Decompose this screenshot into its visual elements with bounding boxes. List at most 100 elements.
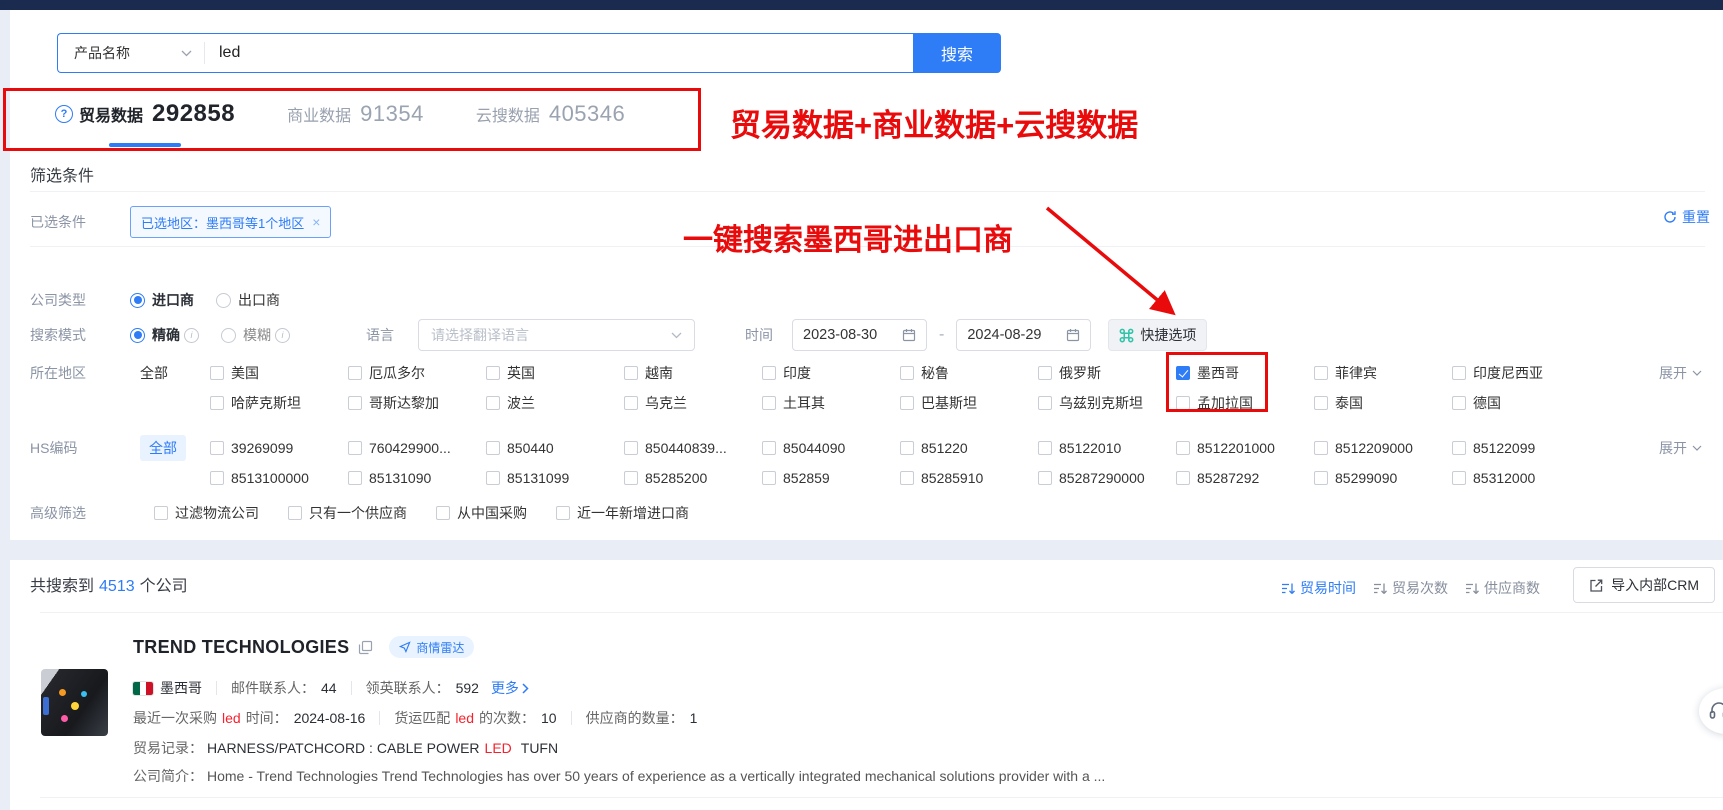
hscode-checkbox[interactable]: 850440839... [624, 440, 762, 456]
hscode-checkbox[interactable]: 85285910 [900, 470, 1038, 486]
region-checkbox[interactable]: 乌克兰 [624, 393, 762, 413]
radio-unselected-icon [216, 293, 231, 308]
checkbox-icon [288, 506, 302, 520]
last-purchase-label: 最近一次采购 [133, 708, 217, 728]
hscode-checkbox[interactable]: 8513100000 [210, 470, 348, 486]
tab-trade-data[interactable]: 贸易数据 292858 [55, 100, 235, 128]
hscode-checkbox[interactable]: 852859 [762, 470, 900, 486]
close-icon[interactable]: × [312, 214, 320, 230]
radio-exporter[interactable]: 出口商 [216, 290, 280, 310]
hscode-checkbox[interactable]: 85044090 [762, 440, 900, 456]
company-thumbnail[interactable] [41, 669, 108, 736]
selected-conditions-row: 已选条件 已选地区：墨西哥等1个地区 × [30, 200, 331, 244]
hscode-all-option[interactable]: 全部 [140, 435, 186, 461]
hscode-checkbox[interactable]: 85287290000 [1038, 470, 1176, 486]
sort-supplier-count[interactable]: 供应商数 [1465, 578, 1540, 598]
region-checkbox[interactable]: 俄罗斯 [1038, 363, 1176, 383]
advanced-checkbox[interactable]: 近一年新增进口商 [556, 503, 689, 523]
language-select[interactable]: 请选择翻译语言 [418, 319, 695, 351]
region-checkbox[interactable]: 厄瓜多尔 [348, 363, 486, 383]
region-checkbox[interactable]: 土耳其 [762, 393, 900, 413]
hscode-checkbox[interactable]: 85312000 [1452, 470, 1590, 486]
last-purchase-date: 2024-08-16 [294, 710, 366, 726]
calendar-icon [902, 328, 916, 342]
region-checkbox[interactable]: 菲律宾 [1314, 363, 1452, 383]
hscode-checkbox[interactable]: 85299090 [1314, 470, 1452, 486]
region-checkbox[interactable]: 波兰 [486, 393, 624, 413]
email-contacts-label: 邮件联系人： [231, 678, 315, 698]
checkbox-icon [556, 506, 570, 520]
hscode-checkbox[interactable]: 8512209000 [1314, 440, 1452, 456]
thumbnail-detail [43, 697, 49, 715]
hscode-checkbox[interactable]: 85285200 [624, 470, 762, 486]
import-crm-button[interactable]: 导入内部CRM [1573, 567, 1715, 603]
end-date-input[interactable]: 2024-08-29 [956, 319, 1091, 351]
region-checkbox[interactable]: 乌兹别克斯坦 [1038, 393, 1176, 413]
tab-business-data[interactable]: 商业数据 91354 [287, 101, 424, 127]
selected-region-tag[interactable]: 已选地区：墨西哥等1个地区 × [130, 206, 331, 238]
checkbox-icon [762, 396, 776, 410]
checkbox-icon [762, 441, 776, 455]
region-checkbox[interactable]: 印度尼西亚 [1452, 363, 1590, 383]
checkbox-icon [624, 366, 638, 380]
checkbox-icon [210, 441, 224, 455]
thumbnail-detail [59, 689, 66, 696]
hscode-checkbox[interactable]: 760429900... [348, 440, 486, 456]
checkbox-icon [486, 471, 500, 485]
hscode-checkbox[interactable]: 851220 [900, 440, 1038, 456]
region-checkbox[interactable]: 德国 [1452, 393, 1590, 413]
selected-conditions-label: 已选条件 [30, 212, 130, 232]
sort-trade-time[interactable]: 贸易时间 [1281, 578, 1356, 598]
region-checkbox-mexico[interactable]: 墨西哥 [1176, 363, 1314, 383]
copy-icon[interactable] [358, 640, 373, 655]
more-link[interactable]: 更多 [491, 678, 529, 698]
advanced-checkbox[interactable]: 只有一个供应商 [288, 503, 407, 523]
divider [571, 711, 572, 725]
hscode-checkbox[interactable]: 85131090 [348, 470, 486, 486]
region-checkbox[interactable]: 秘鲁 [900, 363, 1038, 383]
region-checkbox[interactable]: 哥斯达黎加 [348, 393, 486, 413]
hscode-checkbox[interactable]: 39269099 [210, 440, 348, 456]
hscode-checkbox[interactable]: 85131099 [486, 470, 624, 486]
date-range-dash: - [939, 326, 944, 344]
region-checkbox[interactable]: 泰国 [1314, 393, 1452, 413]
region-checkbox[interactable]: 巴基斯坦 [900, 393, 1038, 413]
checkbox-checked-icon [1176, 366, 1190, 380]
sort-trade-count[interactable]: 贸易次数 [1373, 578, 1448, 598]
hscode-checkbox[interactable]: 8512201000 [1176, 440, 1314, 456]
company-name[interactable]: TREND TECHNOLOGIES [133, 637, 349, 658]
radio-fuzzy[interactable]: 模糊 [221, 325, 290, 345]
hscode-expand-button[interactable]: 展开 [1659, 438, 1702, 458]
import-icon [1589, 578, 1604, 593]
quick-options-button[interactable]: 快捷选项 [1108, 319, 1207, 351]
checkbox-icon [486, 366, 500, 380]
thumbnail-detail [81, 691, 87, 697]
hscode-checkbox[interactable]: 85122010 [1038, 440, 1176, 456]
region-checkbox[interactable]: 哈萨克斯坦 [210, 393, 348, 413]
radio-importer[interactable]: 进口商 [130, 290, 194, 310]
search-mode-row: 搜索模式 精确 模糊 语言 请选择翻译语言 时间 2023-08-30 - 20… [30, 319, 1207, 351]
region-checkbox[interactable]: 美国 [210, 363, 348, 383]
advanced-checkbox[interactable]: 过滤物流公司 [154, 503, 259, 523]
region-checkbox[interactable]: 英国 [486, 363, 624, 383]
hscode-checkbox[interactable]: 850440 [486, 440, 624, 456]
hscode-checkbox[interactable]: 85122099 [1452, 440, 1590, 456]
search-bar: 产品名称 搜索 [57, 33, 1001, 73]
search-button[interactable]: 搜索 [913, 33, 1001, 73]
region-expand-button[interactable]: 展开 [1659, 363, 1702, 383]
checkbox-icon [1452, 441, 1466, 455]
region-checkbox[interactable]: 孟加拉国 [1176, 393, 1314, 413]
region-checkbox[interactable]: 越南 [624, 363, 762, 383]
search-category-dropdown[interactable]: 产品名称 [58, 43, 204, 63]
search-input[interactable] [205, 44, 913, 62]
advanced-checkbox[interactable]: 从中国采购 [436, 503, 527, 523]
tab-cloud-data[interactable]: 云搜数据 405346 [476, 101, 625, 127]
hscode-checkbox[interactable]: 85287292 [1176, 470, 1314, 486]
region-checkbox[interactable]: 印度 [762, 363, 900, 383]
reset-button[interactable]: 重置 [1663, 207, 1710, 227]
radio-exact[interactable]: 精确 [130, 325, 199, 345]
region-all-option[interactable]: 全部 [140, 363, 210, 383]
business-radar-badge[interactable]: 商情雷达 [389, 636, 474, 658]
start-date-input[interactable]: 2023-08-30 [792, 319, 927, 351]
radio-label: 出口商 [238, 290, 280, 310]
